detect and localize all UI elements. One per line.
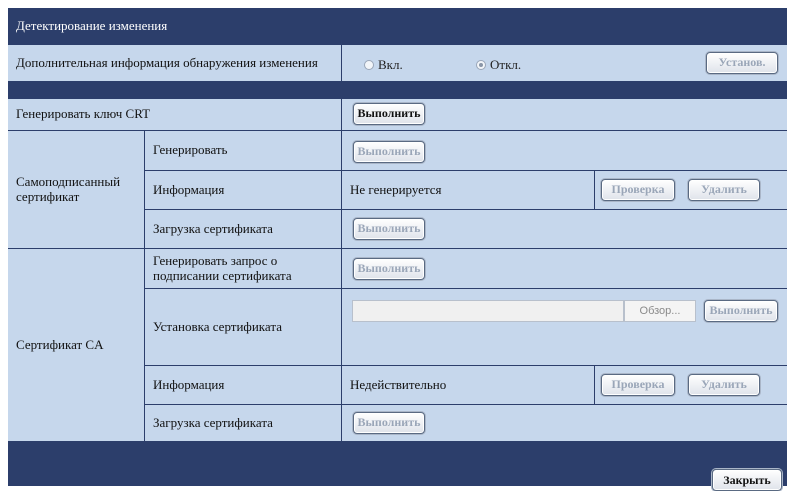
ca-install-label: Установка сертификата <box>145 289 341 365</box>
ca-info-actions: Проверка Удалить <box>595 366 787 404</box>
panel-title: Детектирование изменения <box>16 18 168 33</box>
self-signed-download-button[interactable]: Выполнить <box>353 218 425 240</box>
ca-download-label: Загрузка сертификата <box>145 405 341 441</box>
crt-key-cell: Выполнить <box>342 99 787 130</box>
close-button[interactable]: Закрыть <box>712 469 782 491</box>
ca-delete-button[interactable]: Удалить <box>688 374 760 396</box>
extra-info-label: Дополнительная информация обнаружения из… <box>8 45 341 81</box>
crt-key-execute-button[interactable]: Выполнить <box>353 103 425 125</box>
self-signed-info-value: Не генерируется <box>342 171 594 209</box>
ca-info-label: Информация <box>145 366 341 404</box>
ca-group-label: Сертификат CA <box>8 249 144 441</box>
set-button[interactable]: Установ. <box>706 52 778 74</box>
ca-install-cell: Обзор... Выполнить <box>342 289 787 365</box>
ca-request-label: Генерировать запрос о подписании сертифи… <box>145 249 341 288</box>
radio-off-label: Откл. <box>490 56 522 72</box>
self-signed-info-actions: Проверка Удалить <box>595 171 787 209</box>
self-signed-generate-cell: Выполнить <box>342 131 787 170</box>
self-signed-download-label: Загрузка сертификата <box>145 210 341 248</box>
ca-request-cell: Выполнить <box>342 249 787 288</box>
radio-on-label: Вкл. <box>378 56 403 72</box>
certificate-file-input[interactable] <box>352 300 624 322</box>
self-signed-check-button[interactable]: Проверка <box>601 179 675 201</box>
ca-request-button[interactable]: Выполнить <box>353 258 425 280</box>
ca-download-cell: Выполнить <box>342 405 787 441</box>
radio-off-option[interactable]: Откл. <box>476 57 521 72</box>
self-signed-download-cell: Выполнить <box>342 210 787 248</box>
self-signed-info-label: Информация <box>145 171 341 209</box>
self-signed-group-label: Самоподписанный сертификат <box>8 131 144 248</box>
dialog-panel: Детектирование изменения Дополнительная … <box>8 8 787 491</box>
ca-install-button[interactable]: Выполнить <box>704 300 778 322</box>
radio-on-option[interactable]: Вкл. <box>364 57 403 72</box>
crt-key-label: Генерировать ключ CRT <box>8 99 341 130</box>
ca-check-button[interactable]: Проверка <box>601 374 675 396</box>
footer-bar: Закрыть <box>8 449 787 491</box>
ca-download-button[interactable]: Выполнить <box>353 412 425 434</box>
self-signed-generate-label: Генерировать <box>145 131 341 170</box>
self-signed-delete-button[interactable]: Удалить <box>688 179 760 201</box>
extra-info-cell: Вкл. Откл. Установ. <box>342 45 787 81</box>
ca-info-value: Недействительно <box>342 366 594 404</box>
self-signed-generate-button[interactable]: Выполнить <box>353 141 425 163</box>
radio-off-icon[interactable] <box>476 60 486 71</box>
browse-button[interactable]: Обзор... <box>624 300 696 322</box>
radio-on-icon[interactable] <box>364 60 374 71</box>
